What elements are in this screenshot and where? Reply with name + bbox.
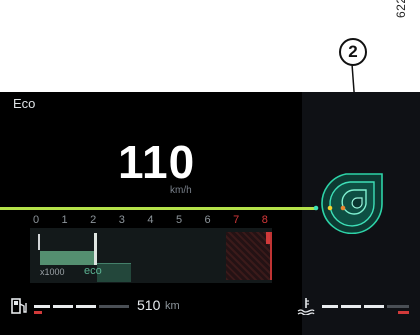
fuel-reserve-mark: [34, 311, 42, 314]
tachometer-tick-label: 8: [261, 214, 268, 226]
redline-marker: [266, 232, 270, 244]
temp-bar-empty: [387, 305, 409, 308]
range-unit: km: [165, 300, 180, 312]
tachometer-tick-label: 7: [233, 214, 240, 226]
temp-bar-segment: [341, 305, 361, 308]
tachometer-tick-label: 5: [175, 214, 183, 226]
temp-warning-mark: [398, 311, 409, 314]
tachometer-fill: [40, 251, 97, 265]
drive-mode-label: Eco: [13, 96, 36, 111]
tachometer-tick-label: 2: [90, 214, 97, 226]
rpm-multiplier: x1000: [40, 267, 65, 277]
temp-bar-segment: [364, 305, 384, 308]
range-value: 510: [137, 297, 161, 313]
callout-number: 2: [339, 38, 367, 66]
eco-zone-label: eco: [84, 265, 102, 277]
speed-unit: km/h: [170, 185, 192, 196]
tachometer-needle: [94, 233, 97, 265]
figure-id: 62298: [394, 0, 408, 18]
accent-line: [0, 207, 302, 210]
tachometer-zero-mark: [38, 234, 40, 250]
fuel-bar-segment: [53, 305, 73, 308]
fuel-bar-segment: [34, 305, 50, 308]
fuel-bar-empty: [99, 305, 129, 308]
fuel-pump-icon: [11, 298, 27, 314]
temp-bar-segment: [322, 305, 338, 308]
tachometer-tick-label: 6: [204, 214, 211, 226]
tachometer-tick-label: 1: [61, 214, 68, 226]
tachometer-tick-label: 4: [147, 214, 154, 226]
speed-value: 110: [118, 136, 196, 188]
coolant-temperature-icon: [297, 298, 315, 315]
eco-leaf-gauge-icon: [313, 173, 383, 234]
tachometer-tick-label: 3: [118, 214, 125, 226]
tachometer-tick-label: 0: [32, 214, 40, 226]
fuel-bar-segment: [76, 305, 96, 308]
eco-zone: [97, 263, 131, 282]
